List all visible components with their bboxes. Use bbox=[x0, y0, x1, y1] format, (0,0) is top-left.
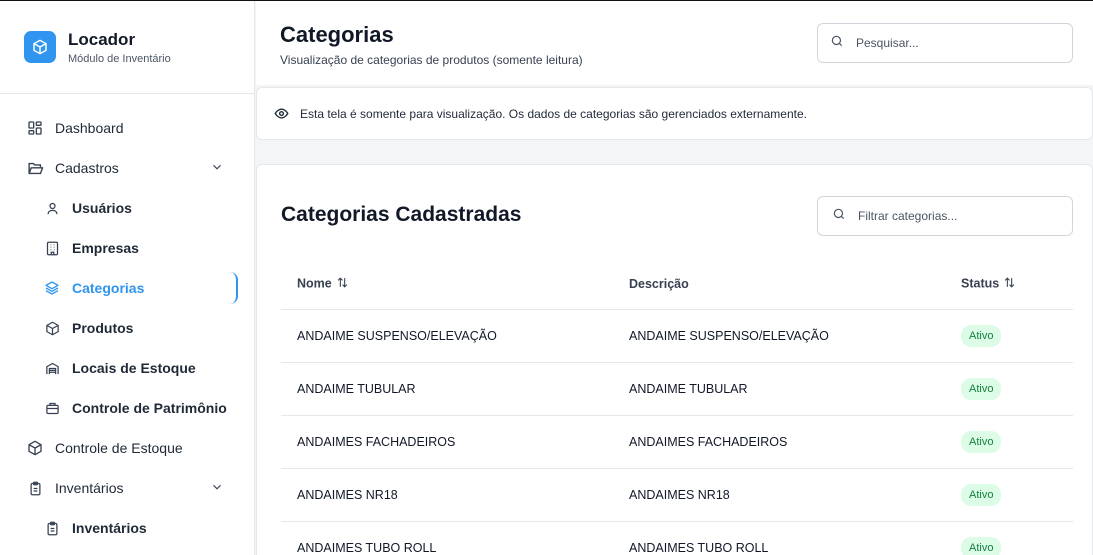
table-row[interactable]: ANDAIMES FACHADEIROS ANDAIMES FACHADEIRO… bbox=[281, 415, 1073, 469]
cell-descricao: ANDAIMES TUBO ROLL bbox=[613, 521, 945, 555]
categories-table: Nome Descrição Status ANDAIME SUSPENSO/E… bbox=[281, 259, 1073, 555]
cell-status: Ativo bbox=[945, 415, 1073, 469]
sidebar-item-inventarios[interactable]: Inventários bbox=[0, 508, 254, 548]
sidebar-item-label: Dashboard bbox=[55, 120, 124, 136]
chevron-down-icon[interactable] bbox=[210, 160, 224, 177]
cell-nome: ANDAIMES FACHADEIROS bbox=[281, 415, 613, 469]
cell-status: Ativo bbox=[945, 521, 1073, 555]
sidebar-item-label: Inventários bbox=[55, 480, 124, 496]
cell-nome: ANDAIME SUSPENSO/ELEVAÇÃO bbox=[281, 309, 613, 363]
column-header-nome[interactable]: Nome bbox=[281, 259, 613, 310]
user-icon bbox=[43, 199, 61, 217]
sidebar-item-label: Locais de Estoque bbox=[72, 360, 196, 376]
sidebar-item-cadastros[interactable]: Cadastros bbox=[0, 148, 254, 188]
brand-subtitle: Módulo de Inventário bbox=[68, 52, 171, 65]
cell-descricao: ANDAIME TUBULAR bbox=[613, 362, 945, 416]
sidebar-item-label: Usuários bbox=[72, 200, 132, 216]
readonly-notice: Esta tela é somente para visualização. O… bbox=[256, 87, 1093, 140]
clipboard-icon bbox=[26, 479, 44, 497]
sidebar-item-empresas[interactable]: Empresas bbox=[0, 228, 254, 268]
cell-descricao: ANDAIMES NR18 bbox=[613, 468, 945, 522]
sort-icon[interactable] bbox=[336, 276, 349, 292]
brand: Locador Módulo de Inventário bbox=[0, 1, 254, 94]
cell-descricao: ANDAIMES FACHADEIROS bbox=[613, 415, 945, 469]
cube-logo-icon bbox=[24, 31, 56, 63]
status-badge: Ativo bbox=[961, 324, 1002, 347]
sidebar-item-produtos[interactable]: Produtos bbox=[0, 308, 254, 348]
eye-icon bbox=[274, 106, 289, 121]
status-badge: Ativo bbox=[961, 536, 1002, 555]
sidebar-item-locais-de-estoque[interactable]: Locais de Estoque bbox=[0, 348, 254, 388]
table-row[interactable]: ANDAIME TUBULAR ANDAIME TUBULAR Ativo bbox=[281, 362, 1073, 416]
filter-input[interactable] bbox=[858, 209, 1048, 223]
folder-open-icon bbox=[26, 159, 44, 177]
page-title: Categorias bbox=[280, 22, 394, 47]
sidebar-item-label: Controle de Estoque bbox=[55, 440, 183, 456]
table-row[interactable]: ANDAIMES NR18 ANDAIMES NR18 Ativo bbox=[281, 468, 1073, 522]
cell-status: Ativo bbox=[945, 362, 1073, 416]
notice-text: Esta tela é somente para visualização. O… bbox=[300, 106, 807, 121]
status-badge: Ativo bbox=[961, 377, 1002, 400]
layers-icon bbox=[43, 279, 61, 297]
sidebar-item-usuarios[interactable]: Usuários bbox=[0, 188, 254, 228]
page-header: Categorias Visualização de categorias de… bbox=[256, 1, 1093, 85]
cell-status: Ativo bbox=[945, 309, 1073, 363]
sidebar-item-label: Produtos bbox=[72, 320, 134, 336]
building-icon bbox=[43, 239, 61, 257]
package-icon bbox=[43, 319, 61, 337]
briefcase-icon bbox=[43, 399, 61, 417]
filter-box[interactable] bbox=[817, 196, 1073, 236]
cell-nome: ANDAIMES TUBO ROLL bbox=[281, 521, 613, 555]
cell-nome: ANDAIME TUBULAR bbox=[281, 362, 613, 416]
sidebar-item-inventarios-group[interactable]: Inventários bbox=[0, 468, 254, 508]
sort-icon[interactable] bbox=[1003, 276, 1016, 292]
warehouse-icon bbox=[43, 359, 61, 377]
clipboard-icon bbox=[43, 519, 61, 537]
sidebar-item-label: Categorias bbox=[72, 280, 145, 296]
sidebar-item-categorias[interactable]: Categorias bbox=[0, 268, 254, 308]
sidebar: Locador Módulo de Inventário Dashboard C… bbox=[0, 1, 255, 555]
sidebar-item-controle-de-patrimonio[interactable]: Controle de Patrimônio bbox=[0, 388, 254, 428]
column-header-status[interactable]: Status bbox=[945, 259, 1073, 310]
sidebar-item-controle-de-estoque[interactable]: Controle de Estoque bbox=[0, 428, 254, 468]
sidebar-item-label: Empresas bbox=[72, 240, 139, 256]
main-content: Categorias Visualização de categorias de… bbox=[256, 1, 1093, 555]
cell-descricao: ANDAIME SUSPENSO/ELEVAÇÃO bbox=[613, 309, 945, 363]
sidebar-item-label: Cadastros bbox=[55, 160, 119, 176]
active-indicator bbox=[230, 272, 238, 304]
card-title: Categorias Cadastradas bbox=[281, 203, 522, 226]
table-row[interactable]: ANDAIME SUSPENSO/ELEVAÇÃO ANDAIME SUSPEN… bbox=[281, 309, 1073, 363]
search-icon bbox=[832, 207, 846, 226]
column-header-descricao: Descrição bbox=[613, 259, 945, 310]
dashboard-icon bbox=[26, 119, 44, 137]
brand-title: Locador bbox=[68, 29, 136, 49]
search-box[interactable] bbox=[817, 23, 1073, 63]
status-badge: Ativo bbox=[961, 430, 1002, 453]
sidebar-item-label: Inventários bbox=[72, 520, 147, 536]
cell-status: Ativo bbox=[945, 468, 1073, 522]
table-header-row: Nome Descrição Status bbox=[281, 259, 1073, 310]
cell-nome: ANDAIMES NR18 bbox=[281, 468, 613, 522]
page-subtitle: Visualização de categorias de produtos (… bbox=[280, 53, 583, 67]
search-icon bbox=[830, 34, 844, 53]
sidebar-nav: Dashboard Cadastros Usuários Empresas Ca… bbox=[0, 94, 254, 548]
box-icon bbox=[26, 439, 44, 457]
sidebar-item-dashboard[interactable]: Dashboard bbox=[0, 108, 254, 148]
table-row[interactable]: ANDAIMES TUBO ROLL ANDAIMES TUBO ROLL At… bbox=[281, 521, 1073, 555]
status-badge: Ativo bbox=[961, 483, 1002, 506]
chevron-down-icon[interactable] bbox=[210, 480, 224, 497]
sidebar-item-label: Controle de Patrimônio bbox=[72, 400, 227, 416]
search-input[interactable] bbox=[856, 36, 1046, 50]
categories-card: Categorias Cadastradas Nome Descrição St… bbox=[256, 164, 1093, 555]
